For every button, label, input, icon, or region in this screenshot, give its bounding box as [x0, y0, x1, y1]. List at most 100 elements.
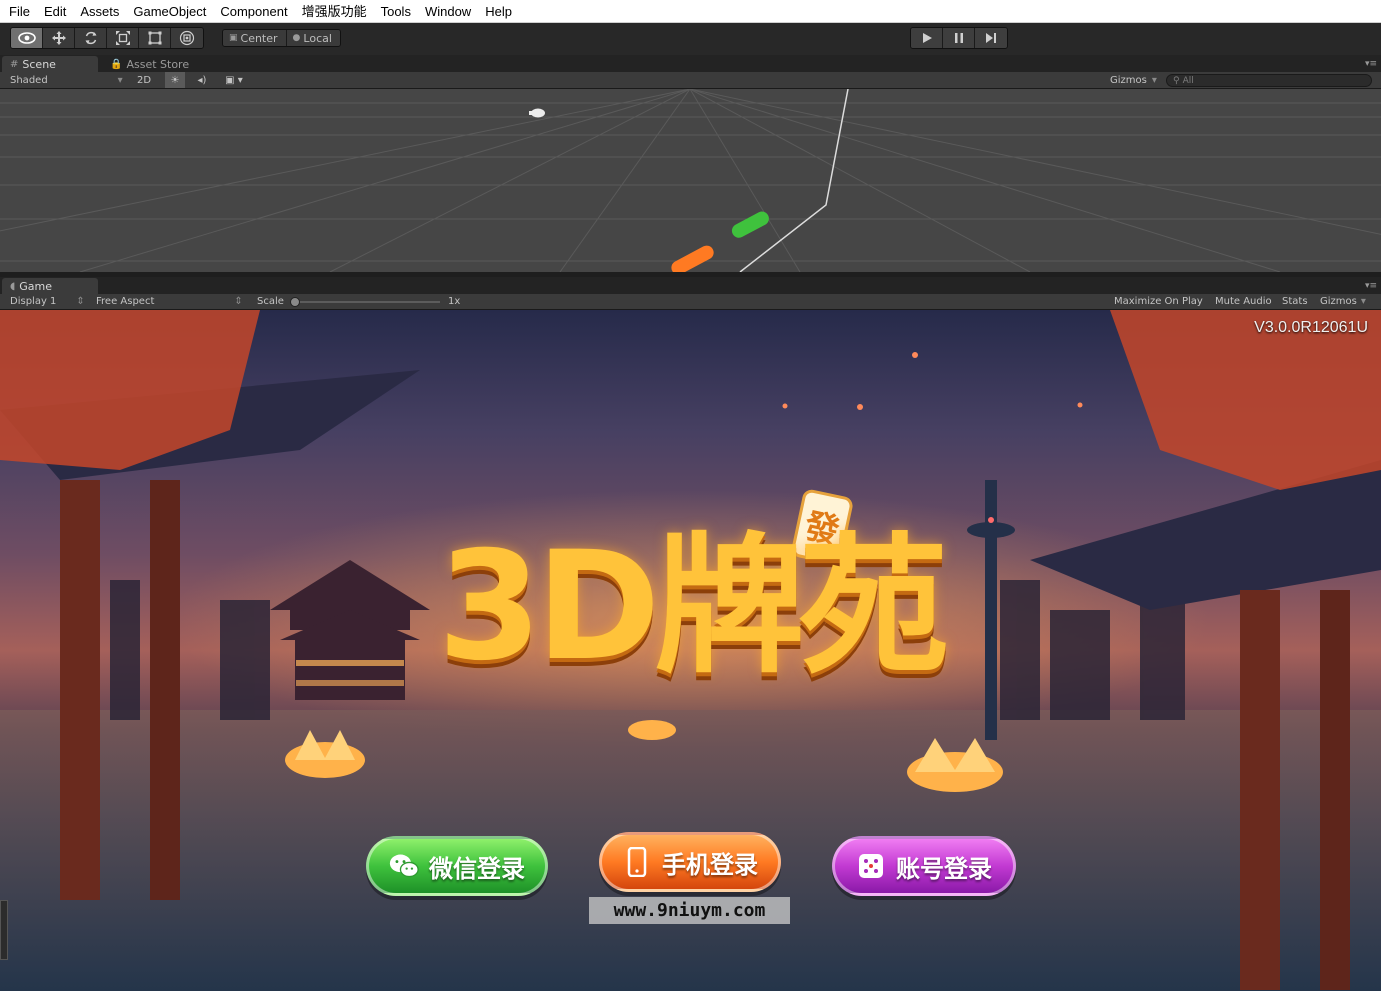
transform-tool-button[interactable]: [171, 28, 203, 48]
hand-tool-button[interactable]: [11, 28, 43, 48]
scale-slider-track[interactable]: [294, 301, 440, 303]
pivot-center-button[interactable]: ▣ Center: [223, 30, 287, 46]
scene-search-input[interactable]: ⚲ All: [1166, 74, 1372, 87]
chevron-updown-icon: ⇕: [234, 296, 243, 307]
game-gizmos-dropdown[interactable]: Gizmos ▾: [1320, 294, 1366, 309]
side-resize-handle[interactable]: [0, 900, 8, 960]
game-tab-strip: ◖ Game ▾≡: [0, 277, 1381, 294]
account-login-button[interactable]: 账号登录: [832, 836, 1016, 896]
transform-tools: [10, 27, 204, 49]
scene-options-bar: Shaded ▾ 2D ☀ ◂) ▣ ▾ Gizmos ▾ ⚲ All: [0, 72, 1381, 89]
menu-help[interactable]: Help: [478, 0, 519, 23]
effects-dropdown[interactable]: ▣ ▾: [219, 72, 249, 88]
globe-icon: ●: [292, 33, 301, 43]
display-dropdown[interactable]: Display 1 ⇕: [10, 294, 85, 309]
draw-mode-label: Shaded: [10, 74, 48, 86]
maximize-on-play-toggle[interactable]: Maximize On Play: [1114, 294, 1203, 309]
pivot-local-button[interactable]: ● Local: [286, 30, 340, 46]
pivot-toggles: ▣ Center ● Local: [222, 29, 341, 47]
dice-icon: [856, 851, 886, 881]
menu-window[interactable]: Window: [418, 0, 478, 23]
rotation-label: Local: [303, 31, 332, 45]
panel-menu-icon[interactable]: ▾≡: [1365, 59, 1377, 69]
search-placeholder: All: [1182, 75, 1194, 86]
image-icon: ▣ ▾: [225, 74, 243, 86]
scale-icon: [115, 31, 130, 45]
move-icon: [51, 31, 66, 45]
eye-icon: [17, 32, 36, 44]
logo-text: 3D牌苑: [437, 519, 949, 694]
tab-game[interactable]: ◖ Game: [2, 278, 98, 294]
scale-value: 1x: [448, 296, 461, 307]
tab-scene[interactable]: # Scene: [2, 56, 98, 72]
phone-login-button[interactable]: 手机登录: [599, 832, 781, 892]
display-label: Display 1: [10, 296, 57, 307]
panel-menu-icon[interactable]: ▾≡: [1365, 281, 1377, 291]
move-tool-button[interactable]: [43, 28, 75, 48]
camera-gizmo-icon: [529, 108, 545, 118]
tab-asset-store-label: Asset Store: [126, 57, 190, 71]
watermark-text: www.9niuym.com: [589, 897, 790, 924]
grid-icon: #: [10, 58, 19, 70]
game-logo: 發 3D牌苑: [420, 478, 960, 708]
lighting-toggle[interactable]: ☀: [165, 72, 185, 88]
game-gizmos-label: Gizmos: [1320, 296, 1357, 307]
scene-view[interactable]: [0, 89, 1381, 272]
chevron-updown-icon: ⇕: [76, 296, 85, 307]
rect-icon: [148, 31, 161, 45]
2d-toggle[interactable]: 2D: [131, 72, 157, 88]
wechat-login-button[interactable]: 微信登录: [366, 836, 548, 896]
aspect-dropdown[interactable]: Free Aspect ⇕: [96, 294, 243, 309]
pivot-icon: ▣: [229, 33, 238, 43]
sun-icon: ☀: [170, 74, 180, 86]
speaker-icon: ◂): [197, 74, 207, 86]
pause-icon: [954, 33, 963, 43]
tab-scene-label: Scene: [22, 57, 56, 71]
scale-label: Scale: [257, 296, 284, 307]
audio-toggle[interactable]: ◂): [192, 72, 212, 88]
scene-gizmos-dropdown[interactable]: Gizmos ▾: [1110, 72, 1157, 88]
menu-gameobject[interactable]: GameObject: [126, 0, 213, 23]
chevron-down-icon: ▾: [1151, 74, 1157, 86]
scale-tool-button[interactable]: [107, 28, 139, 48]
step-icon: [986, 33, 996, 43]
chevron-down-icon: ▾: [117, 74, 123, 86]
tab-asset-store[interactable]: 🔒 Asset Store: [102, 56, 197, 72]
account-login-label: 账号登录: [896, 854, 992, 883]
wechat-login-label: 微信登录: [429, 854, 525, 883]
play-controls: [910, 27, 1008, 49]
scene-grid: [0, 89, 1381, 272]
phone-icon: [622, 847, 652, 877]
main-toolbar: ▣ Center ● Local: [0, 23, 1381, 55]
menu-component[interactable]: Component: [213, 0, 294, 23]
draw-mode-dropdown[interactable]: Shaded ▾: [10, 72, 123, 88]
rotate-tool-button[interactable]: [75, 28, 107, 48]
mute-audio-toggle[interactable]: Mute Audio: [1215, 294, 1272, 309]
rect-tool-button[interactable]: [139, 28, 171, 48]
stats-toggle[interactable]: Stats: [1282, 294, 1308, 309]
play-icon: [922, 33, 932, 43]
menu-edit[interactable]: Edit: [37, 0, 73, 23]
scene-gizmos-label: Gizmos: [1110, 74, 1147, 86]
menu-assets[interactable]: Assets: [73, 0, 126, 23]
scale-slider-thumb[interactable]: [290, 297, 300, 307]
transform-icon: [179, 30, 195, 46]
lock-icon: 🔒: [110, 58, 123, 70]
version-label: V3.0.0R12061U: [1254, 319, 1368, 336]
game-options-bar: Display 1 ⇕ Free Aspect ⇕ Scale 1x Maxim…: [0, 294, 1381, 310]
scene-tab-strip: # Scene 🔒 Asset Store ▾≡: [0, 55, 1381, 72]
search-icon: ⚲: [1173, 75, 1180, 86]
play-button[interactable]: [911, 28, 943, 48]
game-view[interactable]: V3.0.0R12061U 發 3D牌苑 微信登录 手机登录 账号登录 www.…: [0, 310, 1381, 991]
step-button[interactable]: [975, 28, 1007, 48]
aspect-label: Free Aspect: [96, 296, 155, 307]
menu-tools[interactable]: Tools: [374, 0, 418, 23]
menu-file[interactable]: File: [2, 0, 37, 23]
phone-login-label: 手机登录: [662, 850, 758, 879]
menu-bar: File Edit Assets GameObject Component 增强…: [0, 0, 1381, 23]
tab-game-label: Game: [19, 279, 53, 293]
chevron-down-icon: ▾: [1360, 296, 1366, 307]
2d-label: 2D: [136, 74, 152, 86]
menu-enhanced-features[interactable]: 增强版功能: [295, 0, 374, 23]
pause-button[interactable]: [943, 28, 975, 48]
